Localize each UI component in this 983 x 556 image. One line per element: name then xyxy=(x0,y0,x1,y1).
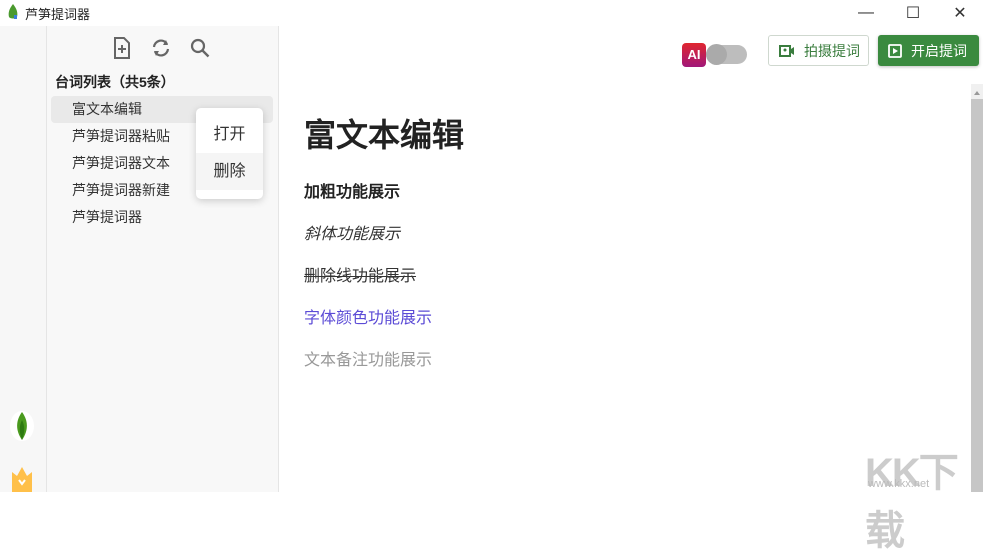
shoot-prompt-button[interactable]: 拍摄提词 xyxy=(768,35,869,66)
close-button[interactable]: ✕ xyxy=(937,0,983,26)
script-list-title: 台词列表（共5条） xyxy=(55,74,175,90)
minimize-button[interactable]: — xyxy=(843,0,889,26)
watermark-logo: KK下载 xyxy=(865,451,959,553)
new-file-icon[interactable] xyxy=(111,36,133,60)
watermark-url: www.kkx.net xyxy=(868,478,930,490)
ai-toggle[interactable] xyxy=(706,44,747,65)
scroll-up-icon[interactable] xyxy=(974,88,980,95)
context-menu-delete[interactable]: 删除 xyxy=(196,153,263,190)
search-icon[interactable] xyxy=(189,36,211,60)
bold-text: 加粗功能展示 xyxy=(304,184,401,201)
italic-text: 斜体功能展示 xyxy=(304,226,401,243)
refresh-icon[interactable] xyxy=(150,36,172,60)
context-menu: 打开 删除 xyxy=(196,108,263,199)
maximize-button[interactable]: ☐ xyxy=(890,0,936,26)
start-prompt-button[interactable]: 开启提词 xyxy=(878,35,979,66)
play-icon xyxy=(888,43,902,58)
script-list-item[interactable]: 芦笋提词器 xyxy=(51,204,273,231)
nav-rail xyxy=(0,26,47,492)
scrollbar-thumb[interactable] xyxy=(971,99,983,492)
strikethrough-text: 删除线功能展示 xyxy=(304,268,417,285)
shoot-prompt-label: 拍摄提词 xyxy=(804,42,860,59)
note-text: 文本备注功能展示 xyxy=(304,352,433,369)
context-menu-open[interactable]: 打开 xyxy=(196,116,263,153)
colored-text: 字体颜色功能展示 xyxy=(304,310,433,327)
camera-icon xyxy=(779,44,794,57)
document-title: 富文本编辑 xyxy=(304,117,465,153)
leaf-logo-icon[interactable] xyxy=(10,410,34,442)
rich-text-editor[interactable]: 富文本编辑 加粗功能展示 斜体功能展示 删除线功能展示 字体颜色功能展示 文本备… xyxy=(304,110,464,388)
start-prompt-label: 开启提词 xyxy=(911,42,967,59)
ai-badge: AI xyxy=(682,43,706,67)
editor-scrollbar[interactable] xyxy=(971,84,983,492)
crown-vip-icon[interactable] xyxy=(10,466,34,492)
app-title: 芦笋提词器 xyxy=(25,7,91,22)
title-bar: 芦笋提词器 — ☐ ✕ xyxy=(0,0,983,26)
app-logo-icon xyxy=(8,4,18,19)
script-list-panel: 台词列表（共5条） 富文本编辑 芦笋提词器粘贴 芦笋提词器文本 芦笋提词器新建 … xyxy=(47,26,279,492)
